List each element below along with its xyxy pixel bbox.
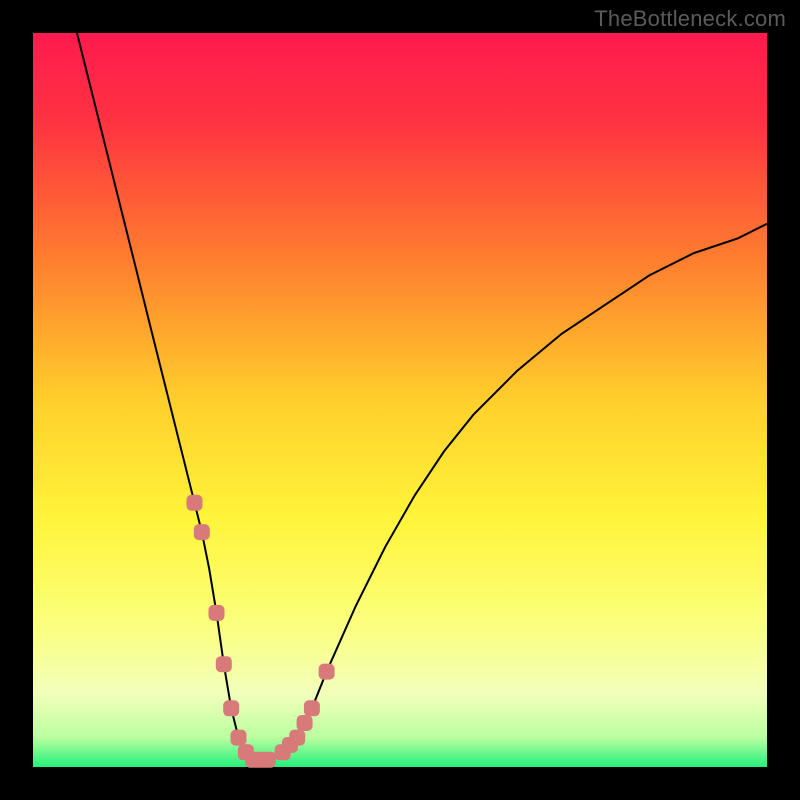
- data-marker: [304, 700, 320, 716]
- data-marker: [319, 664, 335, 680]
- data-marker: [209, 605, 225, 621]
- data-marker: [187, 495, 203, 511]
- data-marker: [231, 730, 247, 746]
- bottleneck-chart: [0, 0, 800, 800]
- data-marker: [260, 752, 276, 768]
- plot-background: [33, 33, 767, 767]
- data-marker: [194, 524, 210, 540]
- data-marker: [297, 715, 313, 731]
- data-marker: [216, 656, 232, 672]
- data-marker: [223, 700, 239, 716]
- chart-frame: TheBottleneck.com: [0, 0, 800, 800]
- data-marker: [289, 730, 305, 746]
